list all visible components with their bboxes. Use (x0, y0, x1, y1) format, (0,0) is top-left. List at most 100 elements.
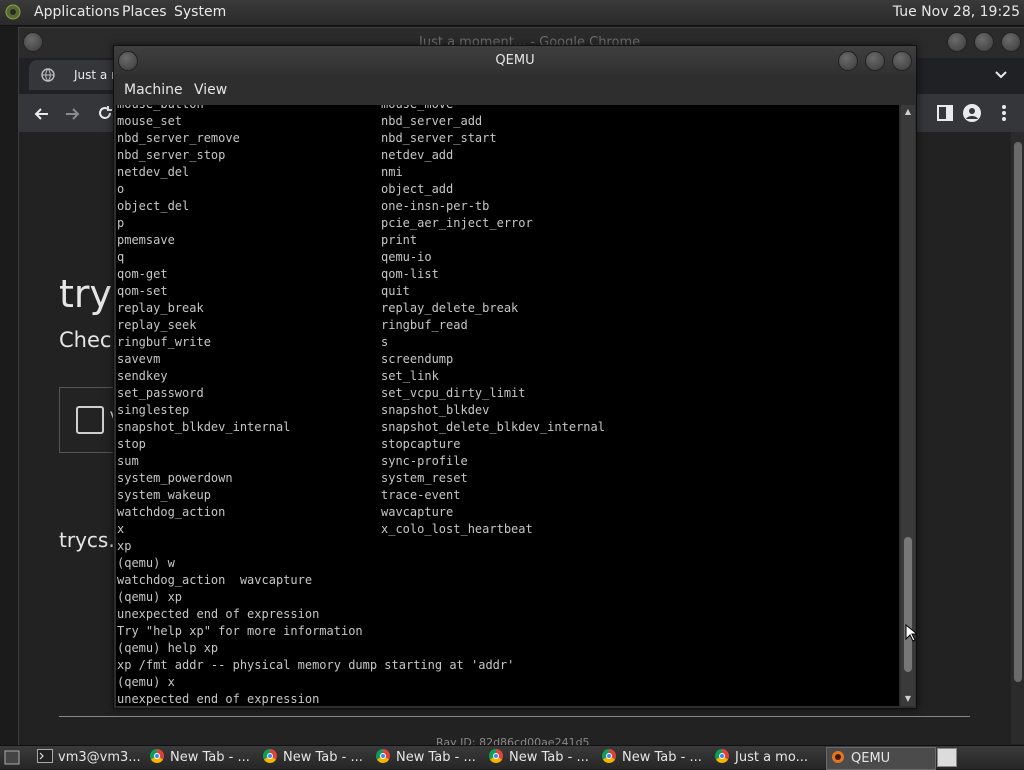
qemu-close-button[interactable] (892, 51, 912, 71)
console-command-row: pmemsave print (117, 232, 514, 249)
chrome-scrollbar[interactable] (1011, 132, 1024, 744)
command-name: s (381, 335, 389, 349)
task-chrome-newtab-4[interactable]: New Tab - ... (489, 747, 599, 768)
command-name: qom-set (117, 284, 168, 298)
console-output-line: unexpected end of expression (117, 607, 320, 621)
page-domain-text: trycs. (59, 528, 115, 552)
task-chrome-newtab-5[interactable]: New Tab - ... (602, 747, 712, 768)
command-name: system_reset (381, 471, 468, 485)
qemu-console-scrollbar[interactable]: ▲ ▼ (901, 105, 915, 706)
command-name: replay_delete_break (381, 301, 519, 315)
kebab-menu-icon[interactable] (1001, 104, 1007, 122)
chrome-icon (263, 749, 277, 763)
chrome-window-menu-button[interactable] (23, 32, 43, 52)
qemu-menubar: Machine View (114, 76, 916, 105)
command-name: q (117, 250, 125, 264)
command-name: trace-event (381, 488, 461, 502)
console-output-line: watchdog_action wavcapture (117, 573, 313, 587)
workspace-switcher-icon[interactable] (937, 748, 957, 767)
console-command-row: system_wakeup trace-event (117, 487, 514, 504)
task-chrome-newtab-1[interactable]: New Tab - ... (150, 747, 260, 768)
reload-icon[interactable] (97, 105, 113, 121)
verify-checkbox[interactable] (76, 406, 104, 434)
task-label: QEMU (851, 751, 891, 766)
view-menu[interactable]: View (194, 82, 227, 98)
places-menu[interactable]: Places (122, 0, 167, 25)
taskbar: vm3@vm3... New Tab - ... New Tab - ... N… (0, 745, 1024, 770)
machine-menu[interactable]: Machine (124, 82, 183, 98)
command-name: p (117, 216, 125, 230)
gnome-foot-icon[interactable] (5, 4, 21, 20)
qemu-titlebar[interactable]: QEMU (114, 46, 916, 76)
qemu-monitor-console[interactable]: mouse_button mouse_move mouse_set nbd_serve… (116, 105, 899, 706)
qemu-window-title: QEMU (495, 53, 535, 68)
task-chrome-newtab-3[interactable]: New Tab - ... (376, 747, 486, 768)
qemu-window: QEMU Machine View mouse_button mouse_move… (113, 45, 917, 709)
command-name: x_colo_lost_heartbeat (381, 522, 533, 536)
console-output-line: xp /fmt addr -- physical memory dump sta… (117, 658, 515, 672)
command-name: sendkey (117, 369, 168, 383)
qemu-maximize-button[interactable] (865, 51, 885, 71)
command-name: object_del (117, 199, 190, 213)
console-output-line: unexpected end of expression (117, 692, 320, 706)
console-command-row: replay_break replay_delete_break (117, 300, 518, 317)
console-command-row: sum sync-profile (117, 453, 514, 470)
console-command-row: system_powerdown system_reset (117, 470, 514, 487)
chrome-maximize-button[interactable] (974, 32, 994, 52)
command-name: snapshot_delete_blkdev_internal (381, 420, 605, 434)
back-arrow-icon[interactable] (33, 106, 49, 122)
command-name: snapshot_blkdev (381, 403, 490, 417)
tab-search-chevron-icon[interactable] (995, 70, 1007, 80)
command-name: snapshot_blkdev_internal (117, 420, 291, 434)
applications-menu[interactable]: Applications (34, 0, 120, 25)
task-chrome-just-a-moment[interactable]: Just a mo... (715, 747, 825, 768)
command-name: nbd_server_start (381, 131, 497, 145)
side-panel-icon[interactable] (937, 105, 953, 121)
command-name: o (117, 182, 125, 196)
command-name: system_powerdown (117, 471, 233, 485)
command-name: netdev_del (117, 165, 190, 179)
console-command-row: ringbuf_write s (117, 334, 514, 351)
command-name: nbd_server_add (381, 114, 483, 128)
task-label: New Tab - ... (509, 750, 589, 765)
scroll-down-arrow-icon[interactable]: ▼ (903, 694, 913, 704)
profile-avatar-icon[interactable] (963, 104, 981, 122)
console-command-row: qom-set quit (117, 283, 514, 300)
qemu-minimize-button[interactable] (838, 51, 858, 71)
console-command-row: object_del one-insn-per-tb (117, 198, 514, 215)
chrome-icon (150, 749, 164, 763)
command-name: x (117, 522, 125, 536)
console-command-row: netdev_del nmi (117, 164, 514, 181)
command-name: stopcapture (381, 437, 461, 451)
console-command-row: singlestep snapshot_blkdev (117, 402, 514, 419)
terminal-icon (37, 749, 53, 763)
command-name: nmi (381, 165, 403, 179)
command-name: print (381, 233, 418, 247)
task-label: Just a mo... (735, 750, 808, 765)
clock[interactable]: Tue Nov 28, 19:25 (893, 0, 1020, 25)
divider (59, 716, 970, 717)
chrome-minimize-button[interactable] (947, 32, 967, 52)
mouse-cursor-icon (905, 624, 917, 642)
console-command-row: sendkey set_link (117, 368, 514, 385)
console-command-row: savevm screendump (117, 351, 514, 368)
qemu-scrollbar-thumb[interactable] (904, 537, 912, 672)
chrome-scrollbar-thumb[interactable] (1014, 142, 1022, 682)
task-chrome-newtab-2[interactable]: New Tab - ... (263, 747, 373, 768)
task-label: New Tab - ... (283, 750, 363, 765)
console-output-line: Try "help xp" for more information (117, 624, 363, 638)
command-name: set_link (381, 369, 439, 383)
command-name: watchdog_action (117, 505, 226, 519)
task-terminal[interactable]: vm3@vm3... (37, 747, 147, 768)
task-qemu[interactable]: QEMU (826, 747, 936, 770)
show-desktop-icon[interactable] (4, 750, 20, 765)
task-label: New Tab - ... (170, 750, 250, 765)
chrome-close-button[interactable] (1001, 32, 1021, 52)
scroll-up-arrow-icon[interactable]: ▲ (903, 107, 913, 117)
command-name: sync-profile (381, 454, 468, 468)
command-name: object_add (381, 182, 454, 196)
system-menu[interactable]: System (174, 0, 226, 25)
command-name: system_wakeup (117, 488, 211, 502)
command-name: screendump (381, 352, 454, 366)
forward-arrow-icon[interactable] (65, 106, 81, 122)
